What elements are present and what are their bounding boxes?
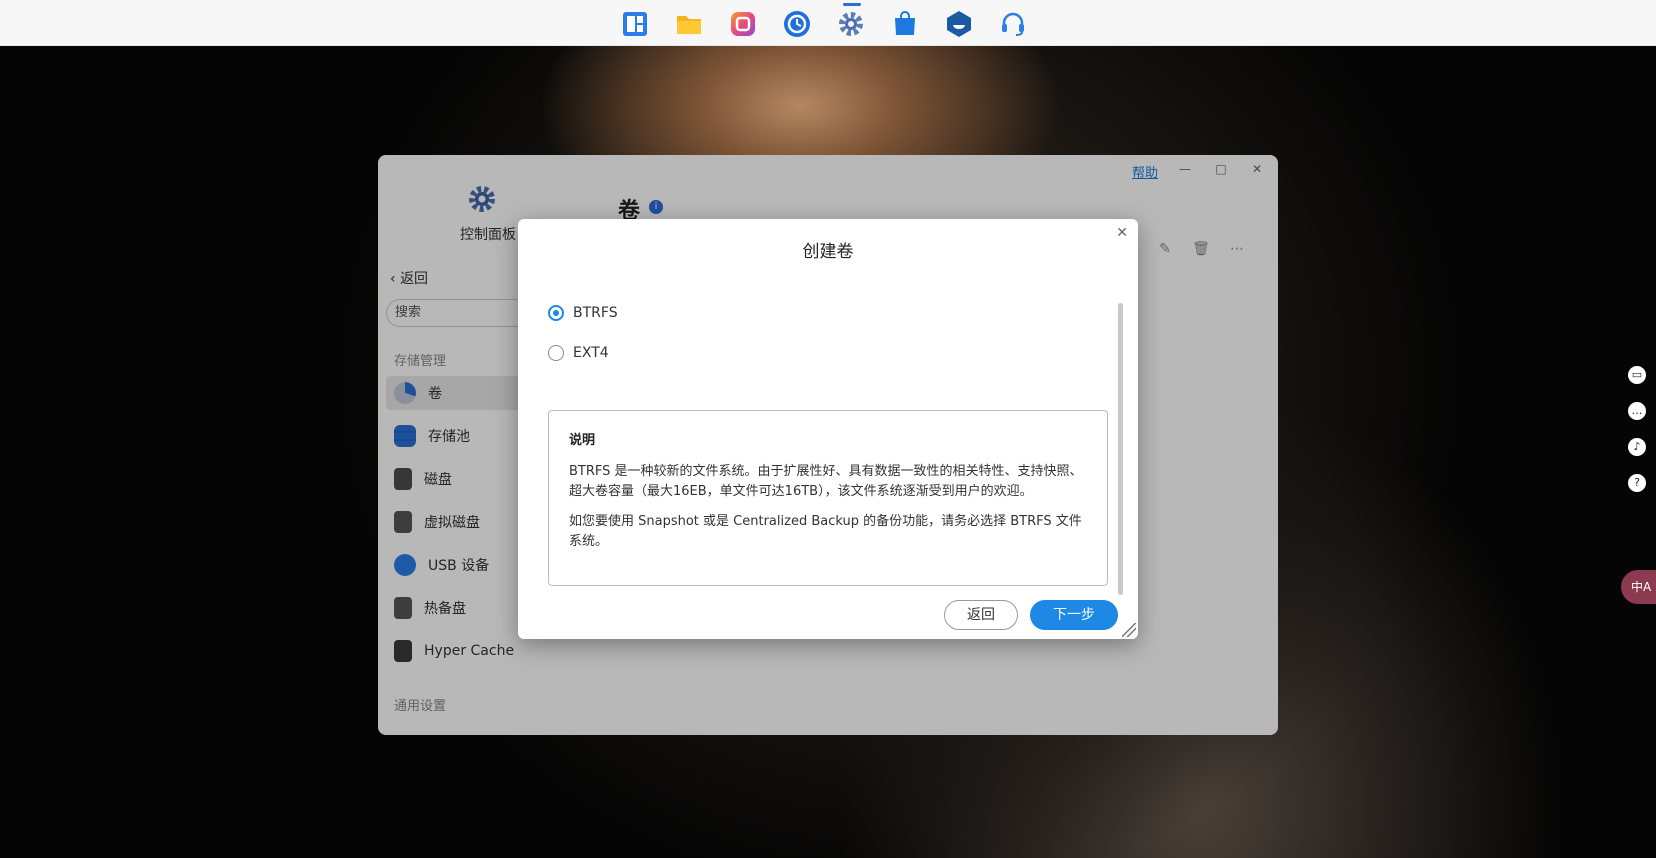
next-button[interactable]: 下一步: [1030, 600, 1118, 630]
dialog-title: 创建卷: [802, 242, 854, 262]
create-volume-dialog: 创建卷 ✕ BTRFS EXT4 说明 BTRFS 是一种较新的文件系统。由于扩…: [518, 219, 1138, 639]
description-paragraph-1: BTRFS 是一种较新的文件系统。由于扩展性好、具有数据一致性的相关特性、支持快…: [569, 464, 1083, 499]
dialog-scrollbar[interactable]: [1118, 303, 1123, 595]
radio-btrfs[interactable]: [548, 305, 564, 321]
docker-icon[interactable]: [944, 9, 974, 39]
support-icon[interactable]: [998, 9, 1028, 39]
app-center-icon[interactable]: [620, 9, 650, 39]
radio-ext4[interactable]: [548, 345, 564, 361]
backup-icon[interactable]: [782, 9, 812, 39]
dock-active-indicator: [843, 3, 861, 6]
monitor-icon[interactable]: ▭: [1628, 366, 1646, 384]
back-button[interactable]: 返回: [944, 600, 1018, 630]
option-label: BTRFS: [573, 305, 618, 321]
store-icon[interactable]: [890, 9, 920, 39]
option-label: EXT4: [573, 345, 609, 361]
option-btrfs[interactable]: BTRFS: [548, 305, 618, 321]
help-icon[interactable]: ?: [1628, 474, 1646, 492]
file-manager-icon[interactable]: [674, 9, 704, 39]
description-paragraph-2: 如您要使用 Snapshot 或是 Centralized Backup 的备份…: [569, 514, 1082, 549]
description-heading: 说明: [569, 433, 596, 448]
close-icon[interactable]: ✕: [1116, 225, 1128, 241]
photos-icon[interactable]: [728, 9, 758, 39]
chat-icon[interactable]: …: [1628, 402, 1646, 420]
bell-icon[interactable]: ♪: [1628, 438, 1646, 456]
top-dock: [0, 0, 1656, 46]
resize-handle[interactable]: [1122, 623, 1136, 637]
translate-button[interactable]: 中A: [1621, 570, 1656, 604]
control-panel-icon[interactable]: [836, 9, 866, 39]
description-box: 说明 BTRFS 是一种较新的文件系统。由于扩展性好、具有数据一致性的相关特性、…: [548, 410, 1108, 586]
option-ext4[interactable]: EXT4: [548, 345, 609, 361]
